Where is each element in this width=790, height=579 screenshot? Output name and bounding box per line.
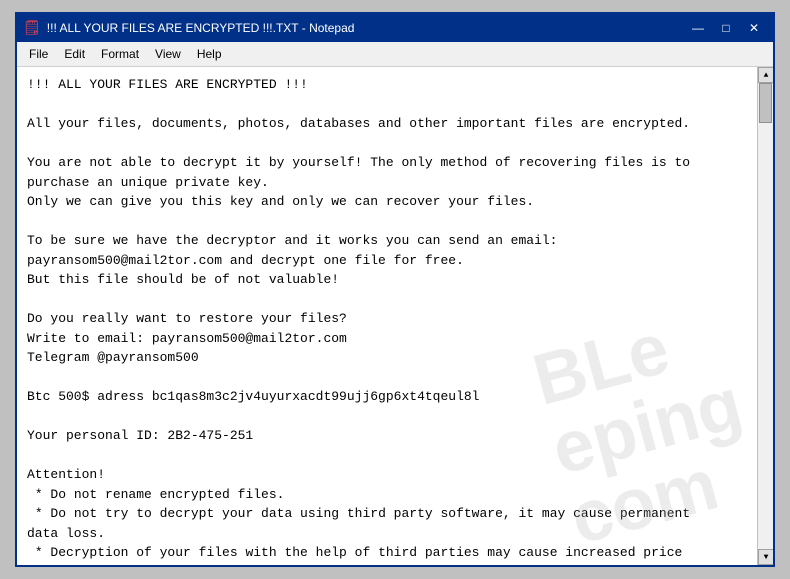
- menu-bar: File Edit Format View Help: [17, 42, 773, 67]
- menu-help[interactable]: Help: [189, 44, 230, 64]
- window-title: !!! ALL YOUR FILES ARE ENCRYPTED !!!.TXT…: [47, 21, 355, 35]
- menu-edit[interactable]: Edit: [56, 44, 93, 64]
- text-editor[interactable]: [17, 67, 757, 565]
- scroll-up-button[interactable]: ▲: [758, 67, 773, 83]
- close-button[interactable]: ✕: [741, 18, 767, 38]
- title-bar: 🗒 !!! ALL YOUR FILES ARE ENCRYPTED !!!.T…: [17, 14, 773, 42]
- menu-view[interactable]: View: [147, 44, 189, 64]
- menu-file[interactable]: File: [21, 44, 56, 64]
- title-bar-left: 🗒 !!! ALL YOUR FILES ARE ENCRYPTED !!!.T…: [23, 20, 354, 37]
- scrollbar-thumb[interactable]: [759, 83, 772, 123]
- title-bar-controls: — □ ✕: [685, 18, 767, 38]
- scrollbar[interactable]: ▲ ▼: [757, 67, 773, 565]
- notepad-window: 🗒 !!! ALL YOUR FILES ARE ENCRYPTED !!!.T…: [15, 12, 775, 567]
- content-area: ▲ ▼: [17, 67, 773, 565]
- minimize-button[interactable]: —: [685, 18, 711, 38]
- maximize-button[interactable]: □: [713, 18, 739, 38]
- scroll-down-button[interactable]: ▼: [758, 549, 773, 565]
- menu-format[interactable]: Format: [93, 44, 147, 64]
- scrollbar-track[interactable]: [758, 83, 773, 549]
- notepad-icon: 🗒: [23, 20, 41, 37]
